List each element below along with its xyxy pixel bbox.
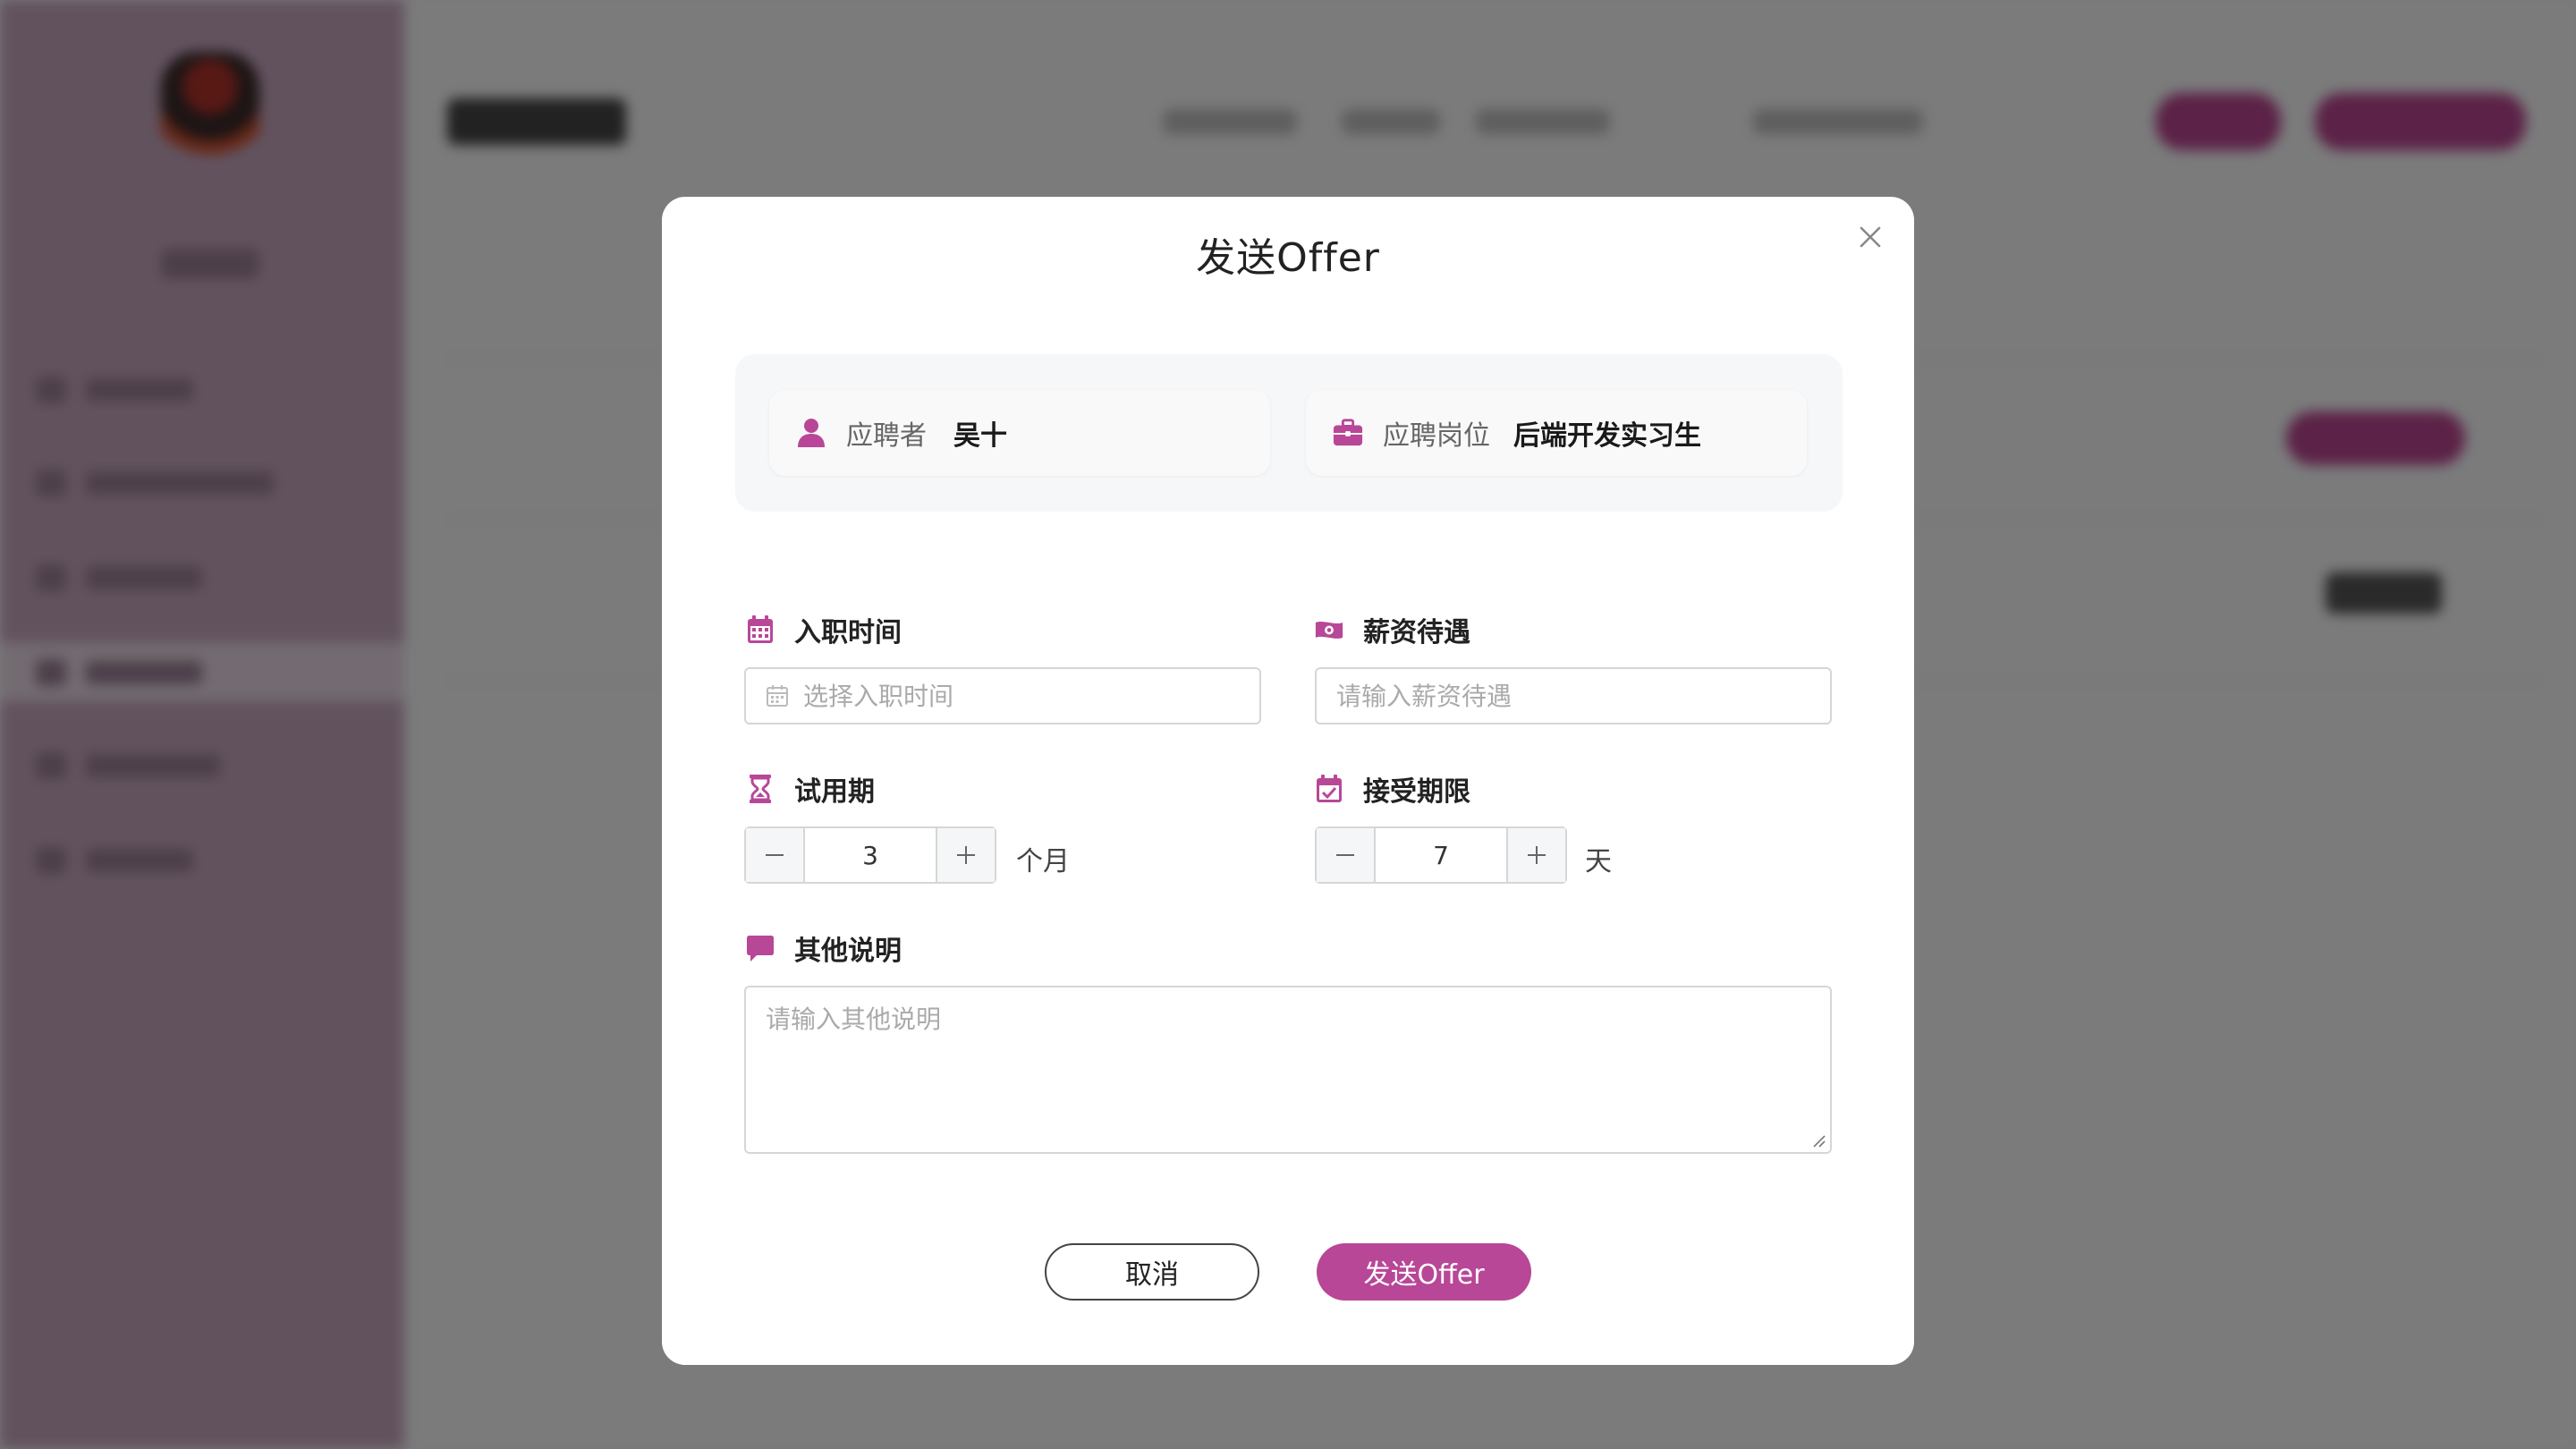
- probation-label-text: 试用期: [794, 776, 875, 808]
- start-date-input[interactable]: [789, 669, 1259, 723]
- resize-handle-icon[interactable]: [1812, 1134, 1826, 1148]
- salary-label: 薪资待遇: [1315, 610, 1470, 649]
- salary-field[interactable]: [1315, 667, 1832, 724]
- probation-decrement-button[interactable]: [746, 828, 805, 882]
- notes-field[interactable]: [744, 986, 1832, 1154]
- comment-icon: [746, 934, 775, 962]
- calendar-check-icon: [1315, 775, 1343, 803]
- notes-label: 其他说明: [746, 928, 902, 968]
- start-date-label: 入职时间: [746, 610, 902, 649]
- applicant-label: 应聘者: [846, 420, 927, 452]
- calendar-icon: [746, 615, 775, 644]
- salary-label-text: 薪资待遇: [1363, 617, 1470, 648]
- deadline-value[interactable]: 7: [1376, 828, 1506, 882]
- calendar-small-icon: [767, 685, 788, 707]
- salary-input[interactable]: [1317, 669, 1830, 723]
- position-card: 应聘岗位 后端开发实习生: [1306, 390, 1807, 476]
- probation-label: 试用期: [746, 769, 875, 809]
- send-offer-button[interactable]: 发送Offer: [1317, 1243, 1531, 1301]
- notes-textarea[interactable]: [746, 987, 1830, 1152]
- applicant-name: 吴十: [953, 420, 1007, 452]
- close-icon: [1860, 226, 1881, 248]
- cancel-button[interactable]: 取消: [1045, 1243, 1259, 1301]
- close-button[interactable]: [1853, 220, 1887, 254]
- probation-value[interactable]: 3: [805, 828, 936, 882]
- probation-unit: 个月: [1016, 846, 1070, 877]
- deadline-label-text: 接受期限: [1363, 776, 1470, 808]
- dialog-title: 发送Offer: [1196, 235, 1380, 281]
- probation-increment-button[interactable]: [936, 828, 995, 882]
- minus-icon: [1336, 854, 1354, 856]
- briefcase-icon: [1333, 418, 1363, 448]
- minus-icon: [766, 854, 784, 856]
- applicant-card: 应聘者 吴十: [769, 390, 1270, 476]
- plus-icon: [957, 846, 975, 864]
- position-label: 应聘岗位: [1383, 420, 1490, 452]
- plus-icon: [1528, 846, 1546, 864]
- probation-stepper[interactable]: 3: [744, 826, 996, 884]
- deadline-decrement-button[interactable]: [1317, 828, 1376, 882]
- money-icon: [1315, 615, 1343, 644]
- notes-label-text: 其他说明: [794, 936, 902, 967]
- deadline-stepper[interactable]: 7: [1315, 826, 1567, 884]
- user-icon: [796, 418, 826, 448]
- deadline-unit: 天: [1585, 846, 1612, 877]
- deadline-increment-button[interactable]: [1506, 828, 1565, 882]
- deadline-label: 接受期限: [1315, 769, 1470, 809]
- start-date-label-text: 入职时间: [794, 617, 902, 648]
- position-value: 后端开发实习生: [1513, 420, 1701, 452]
- hourglass-icon: [746, 775, 775, 803]
- start-date-picker[interactable]: [744, 667, 1261, 724]
